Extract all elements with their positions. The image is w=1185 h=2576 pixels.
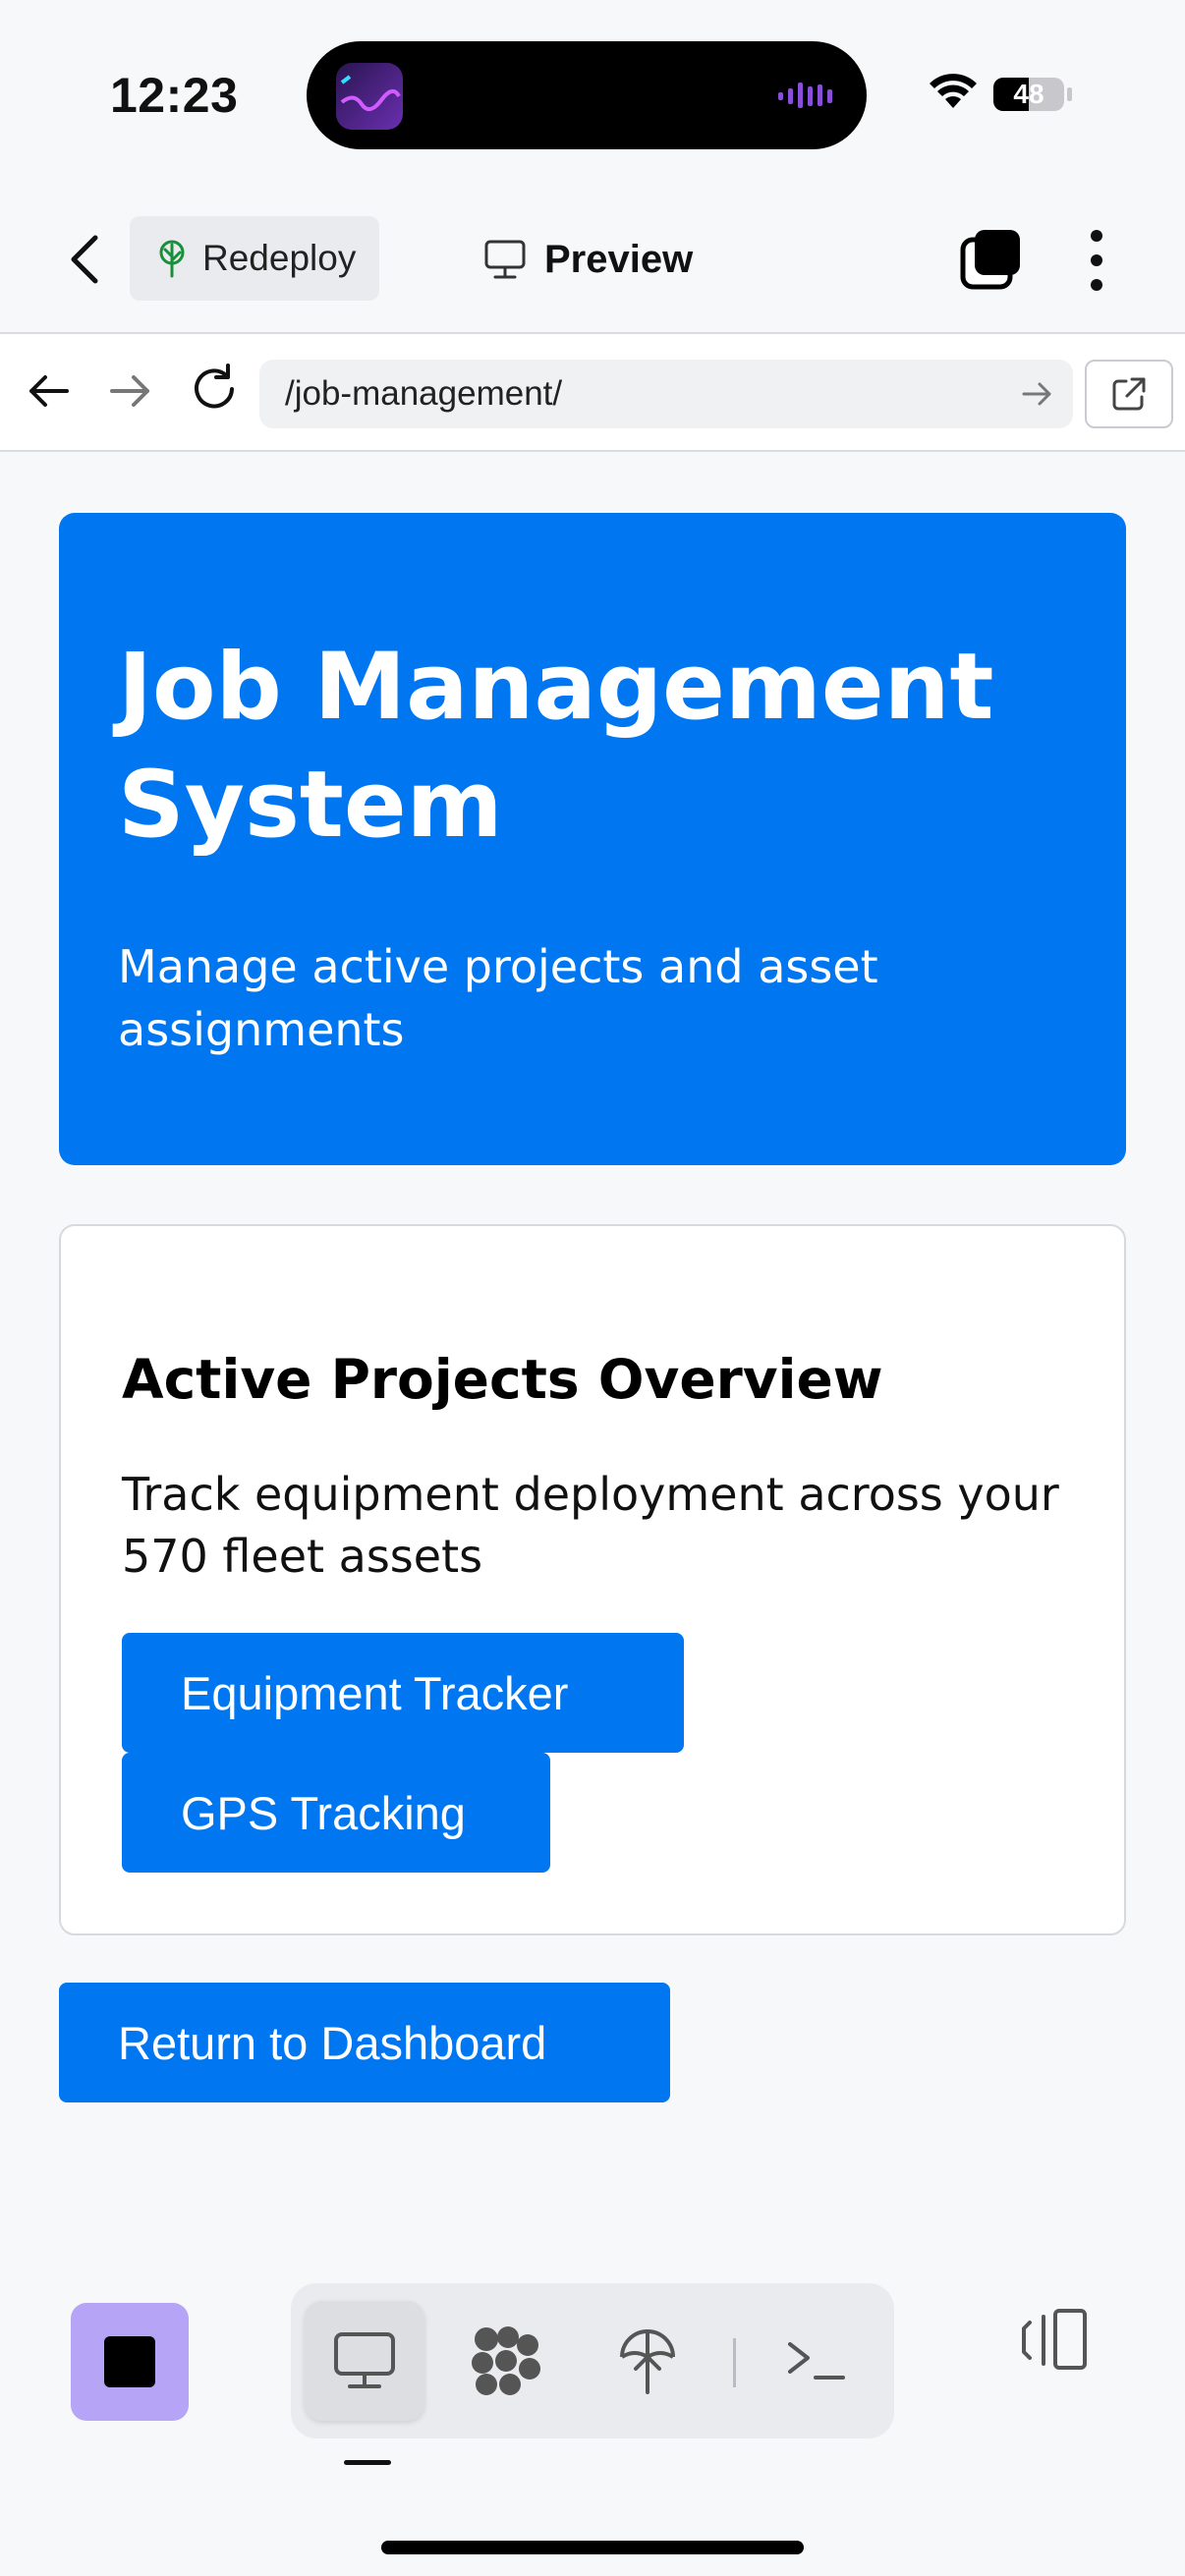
tool-terminal[interactable] [757, 2301, 876, 2421]
dynamic-island [307, 41, 867, 149]
projects-card: Active Projects Overview Track equipment… [59, 1224, 1126, 1935]
back-chevron-icon [71, 235, 98, 284]
tool-preview[interactable] [305, 2301, 424, 2421]
equipment-tracker-button[interactable]: Equipment Tracker [122, 1633, 684, 1753]
more-vertical-icon[interactable] [1077, 226, 1116, 295]
open-external-button[interactable] [1085, 360, 1173, 428]
tool-deploy[interactable] [588, 2301, 707, 2421]
battery-icon: 48 [992, 77, 1073, 112]
preview-label: Preview [544, 237, 694, 281]
redeploy-label: Redeploy [202, 238, 357, 278]
preview-tab[interactable]: Preview [483, 222, 693, 297]
wifi-icon [930, 74, 977, 108]
deploy-icon [620, 2329, 675, 2394]
terminal-icon [788, 2342, 845, 2380]
battery-level: 48 [1013, 79, 1044, 109]
hero-banner: Job Management System Manage active proj… [59, 513, 1126, 1165]
url-text: /job-management/ [285, 374, 563, 413]
hero-subtitle: Manage active projects and asset assignm… [118, 940, 878, 1056]
return-to-dashboard-button[interactable]: Return to Dashboard [59, 1983, 670, 2102]
now-playing-app-icon [336, 63, 403, 130]
arrow-left-icon[interactable] [24, 365, 75, 417]
back-button[interactable] [55, 230, 114, 289]
nodes-icon [472, 2326, 540, 2395]
redeploy-button[interactable]: Redeploy [130, 216, 379, 301]
active-tool-indicator [344, 2460, 391, 2465]
gps-tracking-button[interactable]: GPS Tracking [122, 1753, 550, 1873]
url-input[interactable]: /job-management/ [259, 360, 1073, 428]
home-indicator[interactable] [381, 2541, 804, 2554]
external-link-icon [1112, 377, 1146, 411]
app-toolbar: Redeploy Preview [0, 187, 1185, 334]
browser-bar: /job-management/ [0, 334, 1185, 452]
panel-toggle-icon[interactable] [1018, 2303, 1093, 2378]
tool-divider [733, 2338, 736, 2387]
stop-button[interactable] [71, 2303, 189, 2421]
monitor-icon [484, 240, 526, 279]
status-time: 12:23 [110, 68, 239, 123]
stop-icon [104, 2336, 155, 2387]
card-description: Track equipment deployment across your 5… [122, 1468, 1059, 1583]
tool-group [291, 2283, 894, 2438]
page-content: Job Management System Manage active proj… [0, 454, 1185, 2240]
arrow-right-icon[interactable] [104, 365, 155, 417]
audio-wave-icon [778, 83, 832, 108]
tree-icon [159, 240, 185, 278]
tool-nodes[interactable] [446, 2301, 566, 2421]
page-title: Job Management System [118, 634, 994, 859]
go-arrow-icon[interactable] [1020, 377, 1053, 411]
monitor-icon [334, 2332, 395, 2388]
card-title: Active Projects Overview [122, 1348, 883, 1411]
reload-icon[interactable] [187, 362, 242, 417]
windows-icon[interactable] [959, 228, 1022, 291]
status-bar: 12:23 48 [0, 0, 1185, 187]
bottom-toolbar [0, 2240, 1185, 2576]
